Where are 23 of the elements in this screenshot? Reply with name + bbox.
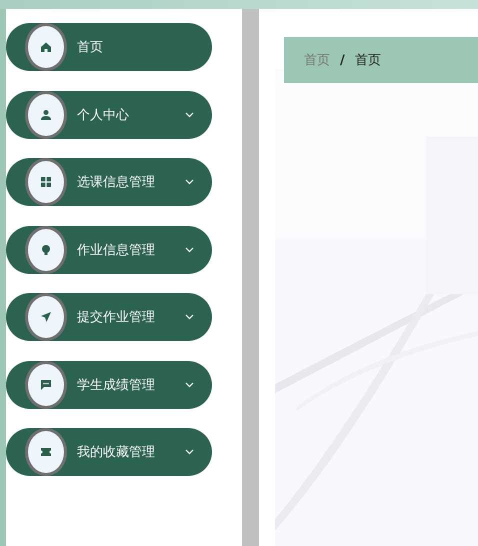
splitter-bar[interactable]: [242, 9, 259, 546]
sidebar-item[interactable]: 作业信息管理: [6, 226, 212, 274]
home-icon: [40, 41, 52, 53]
chat-icon: [40, 378, 52, 390]
grid-icon: [40, 176, 52, 188]
chevron-down-icon: [185, 179, 194, 185]
user-icon: [40, 108, 52, 120]
chevron-down-icon: [185, 112, 194, 118]
breadcrumb-current: 首页: [354, 52, 381, 69]
bulb-icon: [40, 244, 52, 256]
sidebar-item[interactable]: 个人中心: [6, 90, 212, 138]
sidebar-item[interactable]: 选课信息管理: [6, 158, 212, 206]
ticket-icon: [40, 446, 52, 458]
sidebar-item[interactable]: 首页: [6, 23, 212, 71]
sidebar-item[interactable]: 学生成绩管理: [6, 360, 212, 408]
breadcrumb-separator: /: [340, 52, 345, 68]
chevron-down-icon: [185, 449, 194, 455]
chevron-down-icon: [185, 382, 194, 388]
chevron-down-icon: [185, 314, 194, 320]
paper-plane-icon: [40, 311, 52, 323]
chevron-down-icon: [185, 246, 194, 252]
sidebar-item[interactable]: 提交作业管理: [6, 293, 212, 341]
sidebar-item[interactable]: 我的收藏管理: [6, 428, 212, 476]
